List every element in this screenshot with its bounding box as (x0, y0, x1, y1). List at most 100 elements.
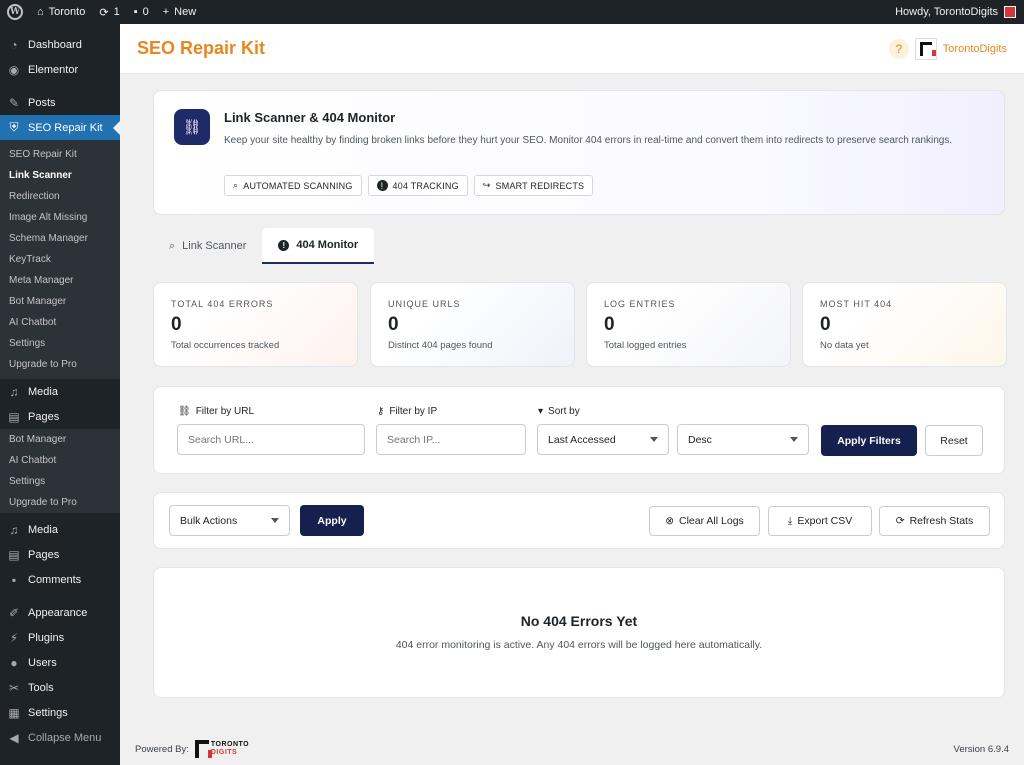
menu-label: Appearance (28, 606, 88, 619)
menu-posts[interactable]: ✎ Posts (0, 90, 120, 115)
actions-card: Bulk Actions Apply ⊗ Clear All Logs ⤓ Expo… (153, 492, 1005, 549)
chip-smart-redirects: ↪ SMART REDIRECTS (473, 175, 594, 196)
url-search-input[interactable] (177, 424, 365, 455)
new-content-link[interactable]: + New (156, 0, 203, 24)
select-value: Last Accessed (548, 433, 616, 446)
alert-icon: ! (376, 180, 388, 191)
stat-subtitle: Total occurrences tracked (171, 340, 280, 351)
menu-plugins[interactable]: ⚡ Plugins (0, 625, 120, 650)
seo-submenu: SEO Repair Kit Link Scanner Redirection … (0, 140, 120, 379)
tab-link-scanner[interactable]: ⌕ Link Scanner (153, 228, 262, 264)
my-account-link[interactable]: Howdy, TorontoDigits (888, 0, 1024, 24)
chevron-down-icon (650, 437, 658, 442)
submenu-ai-chatbot[interactable]: AI Chatbot (0, 312, 120, 333)
stat-card-log-entries: LOG ENTRIES 0 Total logged entries (586, 282, 791, 367)
label-text: Filter by URL (195, 406, 255, 417)
stat-card-unique-urls: UNIQUE URLS 0 Distinct 404 pages found (370, 282, 575, 367)
menu-seo-repair-kit[interactable]: ⛨ SEO Repair Kit (0, 115, 120, 140)
label-text: Sort by (548, 406, 580, 417)
menu-dashboard[interactable]: ◔ Dashboard (0, 32, 120, 57)
updates-link[interactable]: ⟳ 1 (92, 0, 126, 24)
stat-card-total-errors: TOTAL 404 ERRORS 0 Total occurrences tra… (153, 282, 358, 367)
alert-icon: ! (278, 239, 290, 251)
menu-appearance[interactable]: ✐ Appearance (0, 600, 120, 625)
menu-tools[interactable]: ✂ Tools (0, 675, 120, 700)
menu-label: Media (28, 523, 58, 536)
menu-label: Users (28, 656, 57, 669)
select-value: Desc (688, 433, 712, 446)
howdy-label: Howdy, TorontoDigits (895, 6, 998, 18)
submenu-bot-manager-2[interactable]: Bot Manager (0, 429, 120, 450)
sort-order-select[interactable]: Desc (677, 424, 809, 455)
menu-media[interactable]: ♫ Media (0, 379, 120, 404)
brand-logo (914, 37, 937, 60)
export-csv-button[interactable]: ⤓ Export CSV (768, 506, 872, 536)
submenu-ai-chatbot-2[interactable]: AI Chatbot (0, 450, 120, 471)
submenu-image-alt-missing[interactable]: Image Alt Missing (0, 207, 120, 228)
site-name-link[interactable]: ⌂ Toronto (30, 0, 92, 24)
pages-icon: ▤ (8, 547, 20, 562)
submenu-schema-manager[interactable]: Schema Manager (0, 228, 120, 249)
menu-label: Elementor (28, 63, 79, 76)
menu-users[interactable]: ● Users (0, 650, 120, 675)
menu-elementor[interactable]: ◉ Elementor (0, 57, 120, 82)
redirect-icon: ↪ (482, 180, 491, 190)
tab-404-monitor[interactable]: ! 404 Monitor (262, 228, 375, 264)
submenu-settings-2[interactable]: Settings (0, 471, 120, 492)
wordpress-icon: W (7, 4, 23, 20)
apply-filters-button[interactable]: Apply Filters (821, 425, 917, 456)
menu-media-2[interactable]: ♫ Media (0, 517, 120, 542)
reset-button[interactable]: Reset (925, 425, 983, 456)
submenu-upgrade-to-pro[interactable]: Upgrade to Pro (0, 354, 120, 375)
intro-description: Keep your site healthy by finding broken… (224, 135, 953, 146)
ip-search-input[interactable] (376, 424, 526, 455)
submenu-settings[interactable]: Settings (0, 333, 120, 354)
submenu-upgrade-to-pro-2[interactable]: Upgrade to Pro (0, 492, 120, 513)
tools-icon: ✂ (8, 680, 20, 695)
submenu-keytrack[interactable]: KeyTrack (0, 249, 120, 270)
sort-field-select[interactable]: Last Accessed (537, 424, 669, 455)
help-button[interactable]: ? (888, 38, 909, 59)
submenu-link-scanner[interactable]: Link Scanner (0, 165, 120, 186)
submenu-seo-repair-kit[interactable]: SEO Repair Kit (0, 144, 120, 165)
main-content: SEO Repair Kit ? TorontoDigits ⛓ Link Sc… (120, 24, 1024, 765)
filter-ip-label: ⚷ Filter by IP (377, 406, 437, 417)
filters-card: ⛓ Filter by URL ⚷ Filter by IP ▾ Sort by La… (153, 386, 1005, 474)
collapse-menu-button[interactable]: ◀ Collapse Menu (0, 725, 120, 750)
key-icon: ⚷ (377, 406, 385, 417)
submenu-bot-manager[interactable]: Bot Manager (0, 291, 120, 312)
submenu-redirection[interactable]: Redirection (0, 186, 120, 207)
tab-bar: ⌕ Link Scanner ! 404 Monitor (153, 228, 375, 264)
menu-pages-2[interactable]: ▤ Pages (0, 542, 120, 567)
submenu-meta-manager[interactable]: Meta Manager (0, 270, 120, 291)
clear-all-logs-button[interactable]: ⊗ Clear All Logs (649, 506, 760, 536)
tab-label: Link Scanner (182, 240, 247, 252)
button-label: Clear All Logs (679, 515, 744, 527)
stat-label: LOG ENTRIES (604, 299, 676, 309)
stat-subtitle: Distinct 404 pages found (388, 340, 493, 351)
comments-icon: ▪ (11, 572, 17, 587)
empty-state-description: 404 error monitoring is active. Any 404 … (395, 639, 763, 651)
comments-count: 0 (142, 6, 149, 18)
menu-comments[interactable]: ▪ Comments (0, 567, 120, 592)
stat-label: MOST HIT 404 (820, 299, 893, 309)
bulk-apply-button[interactable]: Apply (300, 505, 364, 536)
stat-value: 0 (604, 314, 615, 335)
menu-settings[interactable]: ▦ Settings (0, 700, 120, 725)
collapse-label: Collapse Menu (28, 731, 102, 744)
refresh-icon: ⟳ (99, 6, 109, 19)
menu-pages[interactable]: ▤ Pages (0, 404, 120, 429)
wordpress-logo-button[interactable]: W (0, 0, 30, 24)
comments-link[interactable]: ▪ 0 (127, 0, 156, 24)
bulk-actions-select[interactable]: Bulk Actions (169, 505, 290, 536)
menu-label: Pages (28, 410, 60, 423)
refresh-stats-button[interactable]: ⟳ Refresh Stats (879, 506, 990, 536)
footer-version: Version 6.9.4 (953, 744, 1009, 755)
menu-label: SEO Repair Kit (28, 121, 103, 134)
torontodigits-logo[interactable]: TORONTO DIGITS (194, 740, 249, 758)
page-title: SEO Repair Kit (137, 38, 266, 58)
refresh-icon: ⟳ (895, 515, 905, 527)
pages-icon: ▤ (8, 409, 20, 424)
brand-link[interactable]: TorontoDigits (943, 43, 1007, 55)
plugin-header: SEO Repair Kit ? TorontoDigits (120, 24, 1024, 74)
